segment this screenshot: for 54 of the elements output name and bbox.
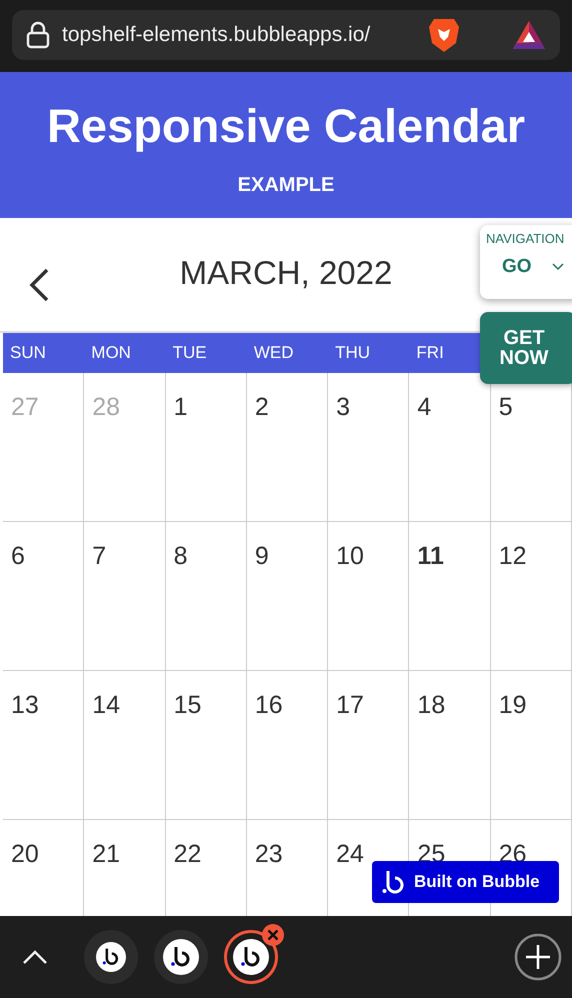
day-number[interactable]: 23 [254,840,283,868]
day-number[interactable]: 22 [174,840,202,868]
day-number[interactable]: 15 [174,691,202,719]
day-number[interactable]: 3 [336,393,350,421]
browser-tab[interactable] [224,930,278,984]
bubble-logo-icon [233,939,269,975]
day-number[interactable]: 18 [417,691,446,719]
previous-month-icon[interactable] [28,268,50,302]
bubble-logo-icon [382,870,404,894]
weekday-label: MON [90,343,131,363]
weekday-label: FRI [415,343,444,363]
weekday-label: SUN [9,343,46,363]
day-number[interactable]: 4 [417,393,432,421]
month-title: MARCH, 2022 [180,254,392,292]
url-text: topshelf-elements.bubbleapps.io/ [62,23,372,47]
navigation-dropdown[interactable]: NAVIGATION GO [480,225,572,299]
address-bar[interactable]: topshelf-elements.bubbleapps.io/ [12,10,560,60]
day-number[interactable]: 7 [92,542,106,570]
new-tab-button[interactable] [514,933,562,981]
day-number[interactable]: 19 [498,691,527,719]
day-number[interactable]: 12 [498,542,527,570]
day-number[interactable]: 8 [174,542,188,570]
lion-shield-icon[interactable] [428,17,460,53]
bubble-logo-icon [96,942,126,972]
day-number[interactable]: 16 [254,691,283,719]
badge-label: Built on Bubble [414,872,540,892]
day-number[interactable]: 20 [11,840,39,868]
day-number[interactable]: 13 [11,691,39,719]
plus-icon [514,933,562,981]
day-number[interactable]: 5 [498,393,513,421]
page-title: Responsive Calendar [46,98,525,154]
day-number[interactable]: 14 [92,691,120,719]
day-number[interactable]: 2 [254,393,269,421]
day-number[interactable]: 11 [417,542,444,570]
day-number[interactable]: 1 [174,393,188,421]
get-now-button[interactable]: GET NOW [480,312,572,384]
navigation-label: NAVIGATION [486,231,566,246]
day-number[interactable]: 6 [11,542,25,570]
close-icon[interactable] [262,924,284,946]
bubble-logo-icon [163,939,199,975]
day-number[interactable]: 17 [336,691,364,719]
weekday-label: THU [334,343,370,363]
weekday-label: WED [252,343,294,363]
navigation-value: GO [502,256,532,278]
lock-icon [26,21,50,49]
page-subtitle: EXAMPLE [238,174,334,197]
weekday-label: TUE [172,343,207,363]
day-number[interactable]: 21 [92,840,120,868]
day-number[interactable]: 10 [336,542,364,570]
day-number[interactable]: 24 [336,840,364,868]
day-number[interactable]: 9 [254,542,269,570]
chevron-down-icon [552,263,564,271]
triangle-icon[interactable] [512,20,546,50]
built-on-bubble-toast[interactable]: Built on Bubble [372,861,559,903]
